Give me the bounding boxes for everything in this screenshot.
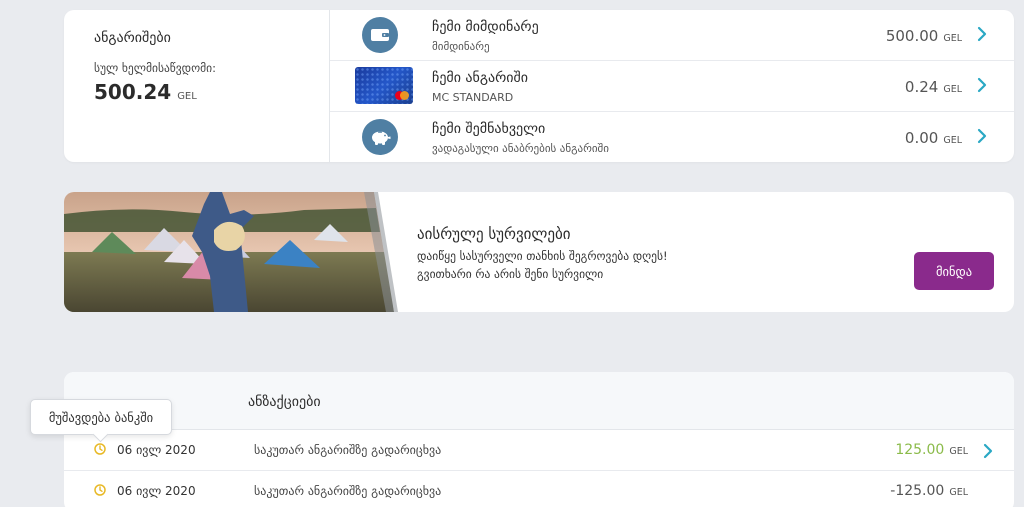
accounts-summary: ანგარიშები სულ ხელმისაწვდომი: 500.24 GEL xyxy=(64,10,330,162)
transactions-header: ანზაქციები xyxy=(64,372,1014,430)
transaction-date: 06 ივლ 2020 xyxy=(117,443,196,457)
clock-icon xyxy=(94,484,106,496)
account-amount: 0.24 GEL xyxy=(905,78,962,96)
account-amount-currency: GEL xyxy=(943,135,962,146)
account-amount-value: 0.00 xyxy=(904,129,939,147)
account-row-current[interactable]: ჩემი მიმდინარე მიმდინარე 500.00 GEL xyxy=(330,10,1014,61)
account-amount-value: 500.00 xyxy=(885,27,939,45)
account-amount-value: 0.24 xyxy=(904,78,939,96)
account-amount: 0.00 GEL xyxy=(905,129,962,147)
account-amount-currency: GEL xyxy=(943,84,962,95)
chevron-right-icon[interactable] xyxy=(976,25,988,43)
chevron-right-icon[interactable] xyxy=(976,127,988,145)
available-label: სულ ხელმისაწვდომი: xyxy=(94,61,216,75)
available-total-currency: GEL xyxy=(177,91,197,102)
mastercard-card-image xyxy=(355,67,413,104)
account-row-savings[interactable]: ჩემი შემნახველი ვადაგასული ანაბრების ანგ… xyxy=(330,112,1014,162)
account-name: ჩემი შემნახველი xyxy=(432,121,546,137)
piggy-bank-icon xyxy=(362,119,398,155)
account-desc: ვადაგასული ანაბრების ანგარიში xyxy=(432,142,609,155)
banner-text-line2: გვითხარი რა არის შენი სურვილი xyxy=(417,267,604,281)
accounts-card: ანგარიშები სულ ხელმისაწვდომი: 500.24 GEL … xyxy=(64,10,1014,162)
transaction-amount-currency: GEL xyxy=(949,446,968,457)
accounts-title: ანგარიშები xyxy=(94,30,171,46)
processing-tooltip: მუშავდება ბანკში xyxy=(30,399,172,435)
available-total: 500.24 GEL xyxy=(94,80,197,104)
available-total-value: 500.24 xyxy=(94,80,172,104)
transaction-date: 06 ივლ 2020 xyxy=(117,484,196,498)
account-desc: მიმდინარე xyxy=(432,40,490,53)
festival-photo xyxy=(64,192,404,312)
account-row-card[interactable]: ჩემი ანგარიში MC STANDARD 0.24 GEL xyxy=(330,61,1014,112)
wishes-banner: აისრულე სურვილები დაიწყე სასურველი თანხი… xyxy=(64,192,1014,312)
chevron-right-icon[interactable] xyxy=(976,76,988,94)
transaction-desc: საკუთარ ანგარიშზე გადარიცხვა xyxy=(254,484,442,498)
account-amount: 500.00 GEL xyxy=(886,27,962,45)
chevron-right-icon[interactable] xyxy=(982,442,994,460)
transaction-row[interactable]: 06 ივლ 2020 საკუთარ ანგარიშზე გადარიცხვა… xyxy=(64,471,1014,507)
transaction-amount-currency: GEL xyxy=(949,487,968,498)
account-name: ჩემი მიმდინარე xyxy=(432,19,539,35)
want-button[interactable]: მინდა xyxy=(914,252,994,290)
account-name: ჩემი ანგარიში xyxy=(432,70,528,86)
transactions-card: ანზაქციები 06 ივლ 2020 საკუთარ ანგარიშზე… xyxy=(64,372,1014,507)
transaction-row[interactable]: 06 ივლ 2020 საკუთარ ანგარიშზე გადარიცხვა… xyxy=(64,430,1014,471)
banner-text-line1: დაიწყე სასურველი თანხის შეგროვება დღეს! xyxy=(417,249,668,263)
transaction-amount-value: -125.00 xyxy=(890,483,945,499)
banner-title: აისრულე სურვილები xyxy=(417,225,571,243)
transactions-title-text: ანზაქციები xyxy=(248,394,321,410)
account-desc: MC STANDARD xyxy=(432,91,514,104)
wallet-icon xyxy=(362,17,398,53)
account-amount-currency: GEL xyxy=(943,33,962,44)
transaction-amount: 125.00 GEL xyxy=(895,442,968,458)
transaction-amount-value: 125.00 xyxy=(895,442,945,458)
clock-icon xyxy=(94,443,106,455)
transaction-desc: საკუთარ ანგარიშზე გადარიცხვა xyxy=(254,443,442,457)
transaction-amount: -125.00 GEL xyxy=(890,483,968,499)
